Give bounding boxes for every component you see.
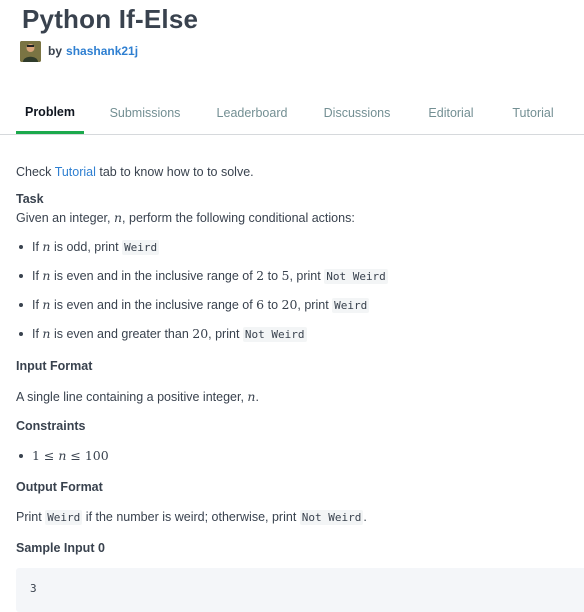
code-weird: Weird [122,240,160,255]
author-byline: by shashank21j [20,40,138,62]
author-link[interactable]: shashank21j [66,44,138,58]
tab-editorial[interactable]: Editorial [420,92,482,132]
code-weird: Weird [45,510,83,525]
tab-discussions[interactable]: Discussions [318,92,396,132]
sample-input-block: 3 [16,568,584,612]
avatar[interactable] [20,40,41,62]
tab-tutorial[interactable]: Tutorial [504,92,562,132]
by-label: by [48,44,63,58]
intro-text: Check Tutorial tab to know how to to sol… [16,165,254,179]
tab-submissions[interactable]: Submissions [104,92,186,132]
output-format-text: Print Weird if the number is weird; othe… [16,510,367,525]
constraints-heading: Constraints [16,419,86,433]
list-item: If n is even and in the inclusive range … [16,268,388,284]
input-format-text: A single line containing a positive inte… [16,389,259,404]
code-not-weird: Not Weird [324,269,388,284]
code-weird: Weird [332,298,370,313]
page-title: Python If-Else [22,4,199,34]
list-item: If n is even and greater than 20, print … [16,326,307,342]
tab-problem[interactable]: Problem [16,92,84,134]
list-item: If n is even and in the inclusive range … [16,297,370,313]
problem-tabs: Problem Submissions Leaderboard Discussi… [0,92,584,135]
tutorial-link[interactable]: Tutorial [55,165,96,179]
task-text: Given an integer, n, perform the followi… [16,210,355,225]
task-heading: Task [16,192,44,206]
list-item: If n is odd, print Weird [16,239,160,255]
output-format-heading: Output Format [16,480,103,494]
tab-leaderboard[interactable]: Leaderboard [210,92,294,132]
code-not-weird: Not Weird [299,510,364,525]
sample-input-heading: Sample Input 0 [16,541,105,555]
constraint-item: 1 ≤ n ≤ 100 [16,448,109,463]
input-format-heading: Input Format [16,359,93,373]
sample-input-value: 3 [30,582,37,595]
code-not-weird: Not Weird [242,327,307,342]
